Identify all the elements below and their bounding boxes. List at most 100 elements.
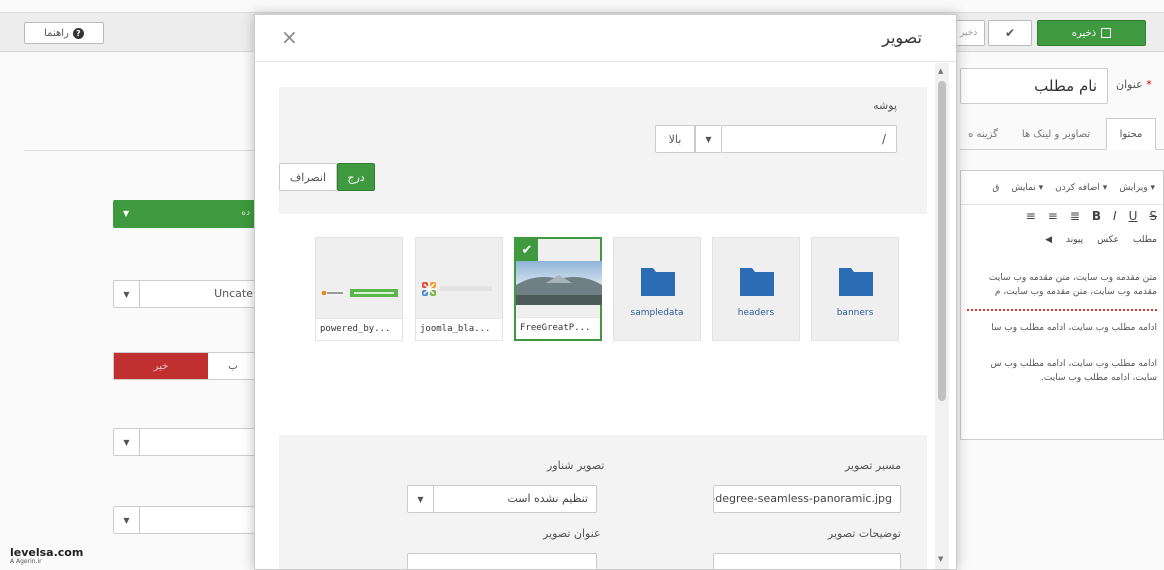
article-tabs: محتوا تصاویر و لینک ها گزینه ه <box>960 118 1164 150</box>
intro-paragraph: متن مقدمه وب سایت، متن مقدمه وب سایت مقد… <box>988 273 1157 297</box>
menu-format[interactable]: ق <box>992 183 999 193</box>
help-button-label: راهنما <box>44 27 69 39</box>
content-editor[interactable]: ویرایش ▾ اضافه کردن ▾ نمایش ▾ ق S U I B … <box>960 170 1164 440</box>
image-button[interactable]: عکس <box>1097 235 1119 245</box>
tab-options[interactable]: گزینه ه <box>960 118 1006 150</box>
tab-images-links[interactable]: تصاویر و لینک ها <box>1010 118 1102 150</box>
dialog-scrollbar[interactable]: ▲ ▼ <box>935 63 949 569</box>
readmore-divider <box>967 309 1157 311</box>
image-float-select[interactable]: ▼ تنظیم نشده است <box>407 485 597 513</box>
category-select[interactable]: ▼ Uncate <box>113 280 258 308</box>
edit-icon <box>1101 28 1112 38</box>
italic-icon[interactable]: I <box>1113 209 1117 223</box>
folder-dropdown-toggle[interactable]: ▼ <box>695 125 721 153</box>
title-input-value: نام مطلب <box>1034 77 1097 95</box>
divider <box>24 150 254 151</box>
folder-item-banners[interactable]: banners <box>811 237 899 341</box>
scrollbar-thumb[interactable] <box>938 81 946 401</box>
image-filename: powered_by... <box>316 318 402 340</box>
featured-toggle[interactable]: خیر ب <box>113 352 258 380</box>
editor-body[interactable]: متن مقدمه وب سایت، متن مقدمه وب سایت مقد… <box>961 263 1163 395</box>
image-details-panel: مسیر تصویر 768-degree-seamless-panoramic… <box>279 435 927 569</box>
folder-panel: پوشه بالا ▼ / انصراف درج <box>279 87 927 214</box>
chevron-down-icon: ▼ <box>705 134 712 144</box>
chevron-down-icon: ▼ <box>114 281 140 307</box>
align-center-icon[interactable]: ≡ <box>1026 209 1036 223</box>
image-description-input[interactable] <box>713 553 901 569</box>
dialog-title: تصویر <box>882 28 922 47</box>
title-input[interactable]: نام مطلب <box>960 68 1108 104</box>
strikethrough-icon[interactable]: S <box>1149 209 1157 223</box>
folder-icon <box>839 268 873 296</box>
undo-icon[interactable]: ◀ <box>1045 235 1052 245</box>
insert-button[interactable]: درج <box>337 163 375 191</box>
folder-name: headers <box>737 308 775 318</box>
selected-check-icon: ✔ <box>516 239 538 261</box>
image-float-value: تنظیم نشده است <box>507 492 588 505</box>
tab-content[interactable]: محتوا <box>1106 118 1156 150</box>
save-button[interactable]: ذخیره <box>1037 20 1146 46</box>
editor-menubar: ویرایش ▾ اضافه کردن ▾ نمایش ▾ ق <box>961 171 1163 205</box>
folder-path-value: / <box>881 132 886 146</box>
close-icon[interactable]: × <box>281 27 298 47</box>
image-url-input[interactable]: 768-degree-seamless-panoramic.jpg <box>713 485 901 513</box>
menu-edit[interactable]: ویرایش ▾ <box>1119 183 1155 193</box>
folder-item-sampledata[interactable]: sampledata <box>613 237 701 341</box>
image-item-powered-by[interactable]: powered_by... <box>315 237 403 341</box>
insert-toolbar: مطلب عکس پیوند ◀ <box>1045 235 1157 245</box>
powered-by-thumbnail <box>320 289 398 297</box>
help-button[interactable]: راهنما ? <box>24 22 104 44</box>
image-url-value: 768-degree-seamless-panoramic.jpg <box>714 492 892 505</box>
save-button-label: ذخیره <box>1071 27 1097 39</box>
toggle-no[interactable]: خیر <box>114 353 208 379</box>
category-select-value: Uncate <box>214 287 253 300</box>
menu-insert[interactable]: اضافه کردن ▾ <box>1055 183 1107 193</box>
image-filename: FreeGreatP... <box>516 317 600 339</box>
align-right-icon[interactable]: ≡ <box>1048 209 1058 223</box>
image-description-label: توضیحات تصویر <box>827 527 901 540</box>
folder-path-input[interactable]: / <box>721 125 897 153</box>
scroll-up-icon[interactable]: ▲ <box>938 67 943 75</box>
dialog-body: ▲ ▼ پوشه بالا ▼ / انصراف درج powered_by.… <box>255 63 956 569</box>
save-close-label: ذخیر <box>960 28 978 38</box>
save-check-button[interactable]: ✔ <box>988 20 1032 46</box>
chevron-down-icon: ▼ <box>114 507 140 533</box>
language-select[interactable]: ▼ <box>113 506 258 534</box>
watermark-logo: levelsa.com A Agerin.ir <box>10 546 84 565</box>
scroll-down-icon[interactable]: ▼ <box>938 555 943 563</box>
underline-icon[interactable]: U <box>1129 209 1138 223</box>
media-grid: powered_by... joomla_bla... ✔ FreeGreatP… <box>315 237 899 345</box>
chevron-down-icon: ▼ <box>114 429 140 455</box>
cancel-button[interactable]: انصراف <box>279 163 337 191</box>
bold-icon[interactable]: B <box>1092 209 1101 223</box>
folder-name: sampledata <box>630 308 684 318</box>
format-toolbar: S U I B ≣ ≡ ≡ <box>1026 209 1157 223</box>
up-button[interactable]: بالا <box>655 125 695 153</box>
folder-item-headers[interactable]: headers <box>712 237 800 341</box>
status-select-value: ده <box>241 208 250 218</box>
title-label: عنوان * <box>1116 78 1152 91</box>
check-icon: ✔ <box>1004 26 1016 40</box>
image-item-panorama[interactable]: ✔ FreeGreatP... <box>514 237 602 341</box>
link-button[interactable]: پیوند <box>1066 235 1083 245</box>
joomla-logo-thumbnail <box>422 282 492 296</box>
align-justify-icon[interactable]: ≣ <box>1070 209 1080 223</box>
status-select[interactable]: ▼ ده <box>113 200 258 228</box>
save-close-button[interactable]: ذخیر <box>955 20 985 46</box>
folder-icon <box>641 268 675 296</box>
chevron-down-icon: ▼ <box>123 209 130 218</box>
menu-view[interactable]: نمایش ▾ <box>1011 183 1043 193</box>
fulltext-paragraph-1: ادامه مطلب وب سایت، ادامه مطلب وب سا <box>991 323 1157 333</box>
image-filename: joomla_bla... <box>416 318 502 340</box>
article-button[interactable]: مطلب <box>1133 235 1157 245</box>
image-dialog: × تصویر ▲ ▼ پوشه بالا ▼ / انصراف درج pow… <box>254 14 957 570</box>
image-title-label: عنوان تصویر <box>543 527 601 540</box>
dialog-header: × تصویر <box>255 15 956 62</box>
image-url-label: مسیر تصویر <box>844 459 901 472</box>
image-item-joomla-black[interactable]: joomla_bla... <box>415 237 503 341</box>
image-title-input[interactable] <box>407 553 597 569</box>
folder-label: پوشه <box>873 99 897 112</box>
access-select[interactable]: ▼ <box>113 428 258 456</box>
toggle-yes[interactable]: ب <box>208 353 258 379</box>
chevron-down-icon: ▼ <box>408 486 434 512</box>
